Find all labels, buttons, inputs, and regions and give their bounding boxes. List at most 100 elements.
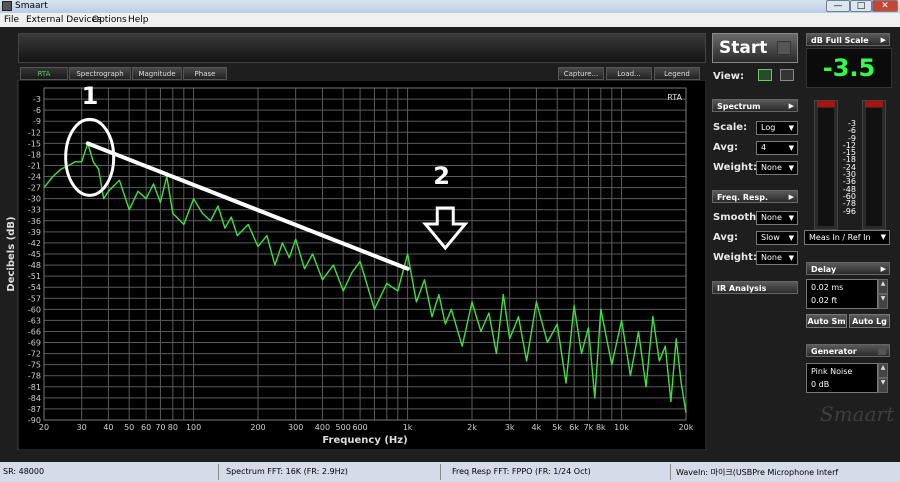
chevron-down-icon: ▼ [788,214,794,222]
menu-external-devices[interactable]: External Devices [26,15,102,25]
db-full-scale-readout: -3.5 [806,48,892,88]
avg-label: Avg: [713,142,739,153]
delay-panel-header[interactable]: Delay ▶ [806,262,890,275]
ir-analysis-header[interactable]: IR Analysis [712,281,798,294]
spectrum-panel-header[interactable]: Spectrum ▶ [712,99,798,112]
tab-spectrograph[interactable]: Spectrograph [69,67,131,80]
start-button[interactable]: Start [712,33,798,63]
status-bar: SR: 48000 Spectrum FFT: 16K (FR: 2.9Hz) … [0,462,900,482]
generator-display: Pink Noise 0 dB [806,363,878,393]
input-select[interactable]: Meas In / Ref In ▼ [804,230,890,245]
single-view-icon[interactable] [758,69,772,81]
avg-select[interactable]: 4 ▼ [756,141,798,155]
weight2-select[interactable]: None ▼ [756,251,798,265]
delay-down-icon[interactable]: ▼ [878,294,888,309]
auto-sm-button[interactable]: Auto Sm [806,314,847,328]
x-tick-label: 2k [467,423,477,432]
generator-panel-header[interactable]: Generator [806,344,890,357]
capture-button[interactable]: Capture... [558,67,604,80]
y-tick-label: -42 [28,239,41,248]
status-separator [218,464,219,480]
maximize-button[interactable]: □ [850,0,872,12]
y-tick-label: -12 [28,128,41,137]
avg2-select[interactable]: Slow ▼ [756,231,798,245]
ir-analysis-title: IR Analysis [717,284,767,293]
y-tick-label: -54 [28,283,41,292]
right-level-bar [866,108,882,226]
meter-scale-tick: -96 [842,206,856,216]
delay-ft-value: 0.02 ft [811,296,838,305]
generator-up-icon[interactable]: ▲ [878,363,888,378]
load-button[interactable]: Load... [606,67,652,80]
x-tick-label: 1k [403,423,413,432]
delay-up-icon[interactable]: ▲ [878,279,888,294]
weight-select[interactable]: None ▼ [756,161,798,175]
y-tick-label: -51 [28,272,41,281]
minimize-button[interactable]: — [826,0,850,12]
y-tick-label: -15 [28,139,41,148]
avg2-label: Avg: [713,232,739,243]
generator-down-icon[interactable]: ▼ [878,378,888,393]
y-tick-label: -3 [33,95,41,104]
chevron-down-icon: ▼ [788,164,794,172]
window-title: Smaart [15,1,48,11]
freq-resp-panel-header[interactable]: Freq. Resp. ▶ [712,190,798,203]
delay-ms-value: 0.02 ms [811,283,844,292]
x-tick-label: 50 [124,423,134,432]
delay-panel-title: Delay [811,265,837,274]
menu-options[interactable]: Options [92,15,127,25]
tab-rta[interactable]: RTA [20,67,68,80]
y-tick-label: -39 [28,228,41,237]
tab-magnitude[interactable]: Magnitude [132,67,182,80]
rta-chart: -3 -6 -9 -12 -15 -18 -21 -24 -27 -30 -33 -36 -39 -42 -… [6,80,706,450]
y-tick-label: -6 [33,106,41,115]
x-tick-label: 20k [679,423,694,432]
avg2-select-value: Slow [761,233,780,242]
weight-label: Weight: [713,162,757,173]
split-view-icon[interactable] [780,69,794,81]
right-level-meter [862,100,886,230]
app-icon [2,1,12,11]
x-tick-label: 8k [596,423,606,432]
x-tick-label: 100 [186,423,201,432]
left-level-meter [814,100,838,230]
avg-select-value: 4 [761,143,767,152]
meter-scale: -3 -6 -9 -12 -15 -18 -24 -30 -36 -48 -60… [840,119,856,216]
generator-level: 0 dB [811,380,830,389]
weight2-select-value: None [761,253,782,262]
auto-lg-button[interactable]: Auto Lg [849,314,890,328]
smooth-label: Smooth: [713,212,761,223]
generator-toggle-icon[interactable] [878,348,886,355]
annotation-label-2: 2 [433,162,450,190]
x-tick-label: 10k [614,423,629,432]
generator-panel-title: Generator [811,347,857,356]
x-tick-label: 5k [552,423,562,432]
x-tick-label: 7k [584,423,594,432]
x-tick-label: 300 [288,423,303,432]
db-full-scale-header[interactable]: dB Full Scale ▶ [806,33,890,46]
x-tick-label: 200 [250,423,265,432]
menu-file[interactable]: File [4,15,19,25]
scale-select[interactable]: Log ▼ [756,121,798,135]
x-tick-label: 6k [569,423,579,432]
x-tick-label: 60 [141,423,151,432]
chevron-down-icon: ▼ [788,254,794,262]
legend-button[interactable]: Legend [654,67,700,80]
y-tick-label: -57 [28,294,41,303]
y-tick-label: -87 [28,405,41,414]
x-tick-label: 40 [103,423,113,432]
menu-help[interactable]: Help [128,15,149,25]
smooth-select[interactable]: None ▼ [756,211,798,225]
db-full-scale-title: dB Full Scale [811,36,869,45]
view-label: View: [713,71,745,82]
x-tick-label: 500 [336,423,351,432]
generator-type: Pink Noise [811,367,853,376]
tab-phase[interactable]: Phase [183,67,227,80]
rta-mode-label: RTA [667,93,682,102]
status-separator [670,464,671,480]
x-axis-label: Frequency (Hz) [322,435,407,446]
y-tick-label: -24 [28,173,41,182]
rta-plot[interactable]: -3 -6 -9 -12 -15 -18 -21 -24 -27 -30 -33 -36 -39 -42 -… [0,80,706,450]
spectrum-panel-title: Spectrum [717,102,761,111]
close-button[interactable]: ✕ [872,0,898,12]
